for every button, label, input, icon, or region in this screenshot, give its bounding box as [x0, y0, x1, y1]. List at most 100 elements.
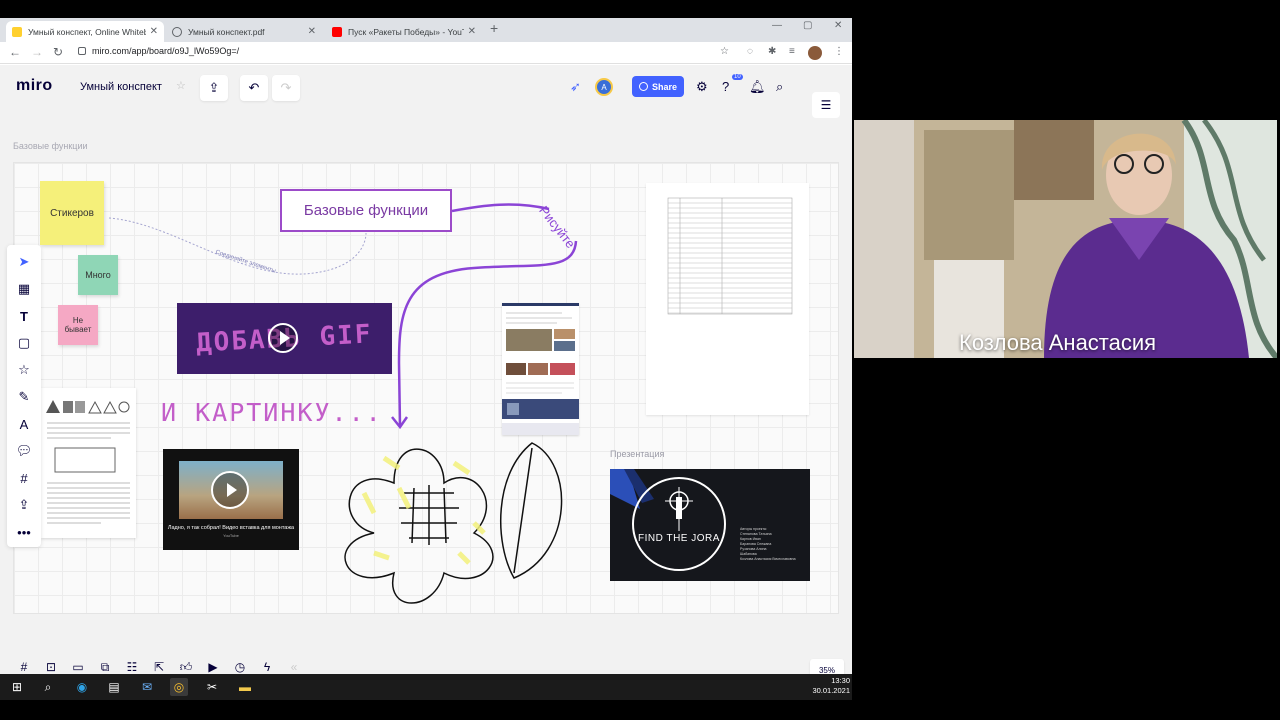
pen-stroke[interactable] [451, 203, 550, 213]
title-shape[interactable]: Базовые функции [280, 189, 452, 232]
video-caption: Ладно, я так собрал! Видео вставка для м… [167, 525, 295, 531]
system-clock[interactable]: 13:30 30.01.2021 [800, 676, 850, 696]
new-tab-button[interactable]: + [490, 20, 498, 36]
menu-icon[interactable]: ⋮ [834, 46, 844, 57]
globe-icon [638, 82, 648, 91]
windows-start-icon[interactable]: ⊞ [8, 678, 26, 696]
tab-title: Умный конспект.pdf [188, 26, 265, 37]
text-icon[interactable]: T [7, 303, 41, 329]
frame-label[interactable]: Базовые функции [13, 141, 88, 151]
tab-pdf[interactable]: Умный конспект.pdf ✕ [166, 21, 322, 42]
export-icon[interactable]: ⇪ [200, 75, 228, 101]
sticky-note[interactable]: Много [78, 255, 118, 295]
url-field[interactable]: miro.com/app/board/o9J_lWo59Og=/ [78, 46, 239, 56]
favorite-star-icon[interactable]: ☆ [176, 79, 186, 92]
zoom-level[interactable]: 35% [810, 659, 844, 674]
table-document[interactable] [646, 183, 809, 415]
play-icon[interactable] [211, 471, 249, 509]
upload-icon[interactable]: ⇪ [7, 492, 41, 518]
video-call-icon[interactable]: ▶ [202, 656, 224, 674]
reload-icon[interactable]: ↻ [53, 45, 63, 59]
timer-icon[interactable]: ◷ [229, 656, 251, 674]
search-icon[interactable]: ⌕ [776, 79, 783, 95]
close-icon[interactable]: ✕ [308, 26, 316, 37]
window-close-icon[interactable]: ✕ [834, 20, 842, 31]
sticky-note[interactable]: Не бывает [58, 305, 98, 345]
video-card[interactable]: Ладно, я так собрал! Видео вставка для м… [163, 449, 299, 550]
document-card[interactable] [41, 388, 136, 538]
presentation-label[interactable]: Презентация [610, 449, 664, 459]
tab-title: Пуск «Ракеты Победы» - YouTu [348, 26, 464, 37]
board-name[interactable]: Умный конспект [80, 81, 162, 93]
snipping-icon[interactable]: ✂ [203, 678, 221, 696]
minimize-icon[interactable]: — [772, 20, 782, 31]
frames-icon[interactable]: # [13, 656, 35, 674]
bell-icon[interactable]: 🔔︎ [749, 79, 766, 95]
vote-icon[interactable]: 👍︎ [175, 656, 197, 674]
lightning-icon[interactable]: ϟ [256, 656, 278, 674]
gif-card[interactable]: ДОБАВЬ GIF [177, 303, 392, 374]
lock-icon [78, 47, 86, 55]
picture-text[interactable]: И КАРТИНКУ... [161, 398, 383, 427]
forward-icon[interactable]: → [31, 45, 43, 59]
presentation-authors: Авторы проекта: Степанова Татьяна Карпов… [740, 527, 796, 562]
shapes-icon[interactable]: ☆ [7, 357, 41, 383]
browser-window: Умный конспект, Online Whiteb ✕ Умный ко… [0, 18, 852, 674]
webpage-card[interactable] [502, 303, 579, 435]
extension-icon[interactable]: ◌ [747, 46, 753, 57]
templates-icon[interactable]: ▦ [7, 276, 41, 302]
bookmark-star-icon[interactable]: ☆ [720, 46, 729, 57]
flower-drawing[interactable] [344, 442, 563, 604]
frame-icon[interactable]: # [7, 465, 41, 491]
help-icon[interactable]: ? [722, 79, 729, 94]
close-icon[interactable]: ✕ [150, 26, 158, 37]
edge-icon[interactable]: ◉ [73, 678, 91, 696]
kanban-icon[interactable]: ☷ [121, 656, 143, 674]
webcam-video: Козлова Анастасия [854, 120, 1277, 358]
chrome-icon[interactable]: ◎ [170, 678, 188, 696]
collapse-icon[interactable]: « [283, 656, 305, 674]
miro-logo[interactable]: miro [16, 77, 53, 95]
maximize-icon[interactable]: ▢ [803, 20, 812, 31]
presentation-card[interactable]: FIND THE JORA Авторы проекта: Степанова … [610, 469, 810, 581]
pen-icon[interactable]: ✎ [7, 384, 41, 410]
windows-taskbar: ⊞ ⌕ ◉ ▤ ✉ ◎ ✂ ▬ 13:30 30.01.2021 [0, 674, 852, 700]
sticky-note[interactable]: Стикеров [40, 181, 104, 245]
store-icon[interactable]: ▤ [105, 678, 123, 696]
share-button[interactable]: Share [632, 76, 684, 97]
sticky-note-icon[interactable]: ▢ [7, 330, 41, 356]
more-tools-icon[interactable]: ••• [7, 519, 41, 545]
sticky-text: Не бывает [64, 316, 92, 334]
cards-icon[interactable]: ⧉ [94, 656, 116, 674]
share-screen-icon[interactable]: ⇱ [148, 656, 170, 674]
webpage-preview [502, 303, 579, 435]
media-icon[interactable]: ≡ [789, 46, 795, 57]
marker-icon[interactable]: A [7, 411, 41, 437]
back-icon[interactable]: ← [9, 45, 21, 59]
settings-sliders-icon[interactable]: ⚙ [696, 79, 708, 95]
comments-icon[interactable]: ▭ [67, 656, 89, 674]
collaborator-cursor-icon[interactable]: ➶ [570, 79, 581, 95]
close-icon[interactable]: ✕ [468, 26, 476, 37]
profile-avatar[interactable] [808, 46, 822, 60]
presentation-emblem [632, 477, 726, 571]
select-cursor-icon[interactable]: ➤ [7, 249, 41, 275]
comment-icon[interactable]: 💬︎ [7, 438, 41, 464]
play-icon[interactable] [268, 323, 298, 353]
tab-youtube[interactable]: Пуск «Ракеты Победы» - YouTu ✕ [326, 21, 482, 42]
puzzle-icon[interactable]: ✱ [768, 46, 776, 57]
board-panel-icon[interactable]: ☰ [812, 92, 840, 118]
board-frame[interactable]: Стикеров Много Не бывает Базовые функции… [13, 162, 839, 614]
file-explorer-icon[interactable]: ▬ [236, 678, 254, 696]
mail-icon[interactable]: ✉ [138, 678, 156, 696]
avatar[interactable]: A [595, 78, 613, 96]
clock-date: 30.01.2021 [812, 686, 850, 695]
flower-highlight [361, 455, 486, 565]
tab-miro[interactable]: Умный конспект, Online Whiteb ✕ [6, 21, 164, 42]
redo-icon[interactable]: ↷ [272, 75, 300, 101]
participant-name: Козлова Анастасия [959, 330, 1157, 355]
undo-icon[interactable]: ↶ [240, 75, 268, 101]
webcam-scene [854, 120, 1277, 358]
search-icon[interactable]: ⌕ [39, 678, 57, 696]
presentation-icon[interactable]: ⊡ [40, 656, 62, 674]
